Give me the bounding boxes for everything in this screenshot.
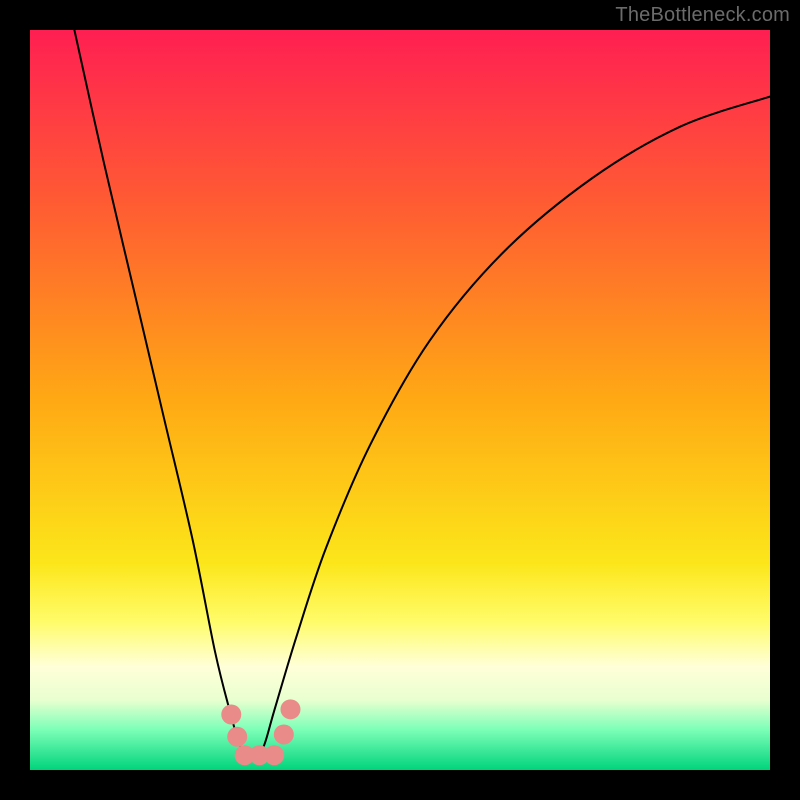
plot-area [30,30,770,770]
chart-svg [30,30,770,770]
chart-frame: TheBottleneck.com [0,0,800,800]
marker-dot [264,745,284,765]
marker-dot [274,724,294,744]
marker-dot [227,727,247,747]
marker-dot [280,699,300,719]
chart-background [30,30,770,770]
watermark-text: TheBottleneck.com [615,4,790,27]
marker-dot [221,705,241,725]
